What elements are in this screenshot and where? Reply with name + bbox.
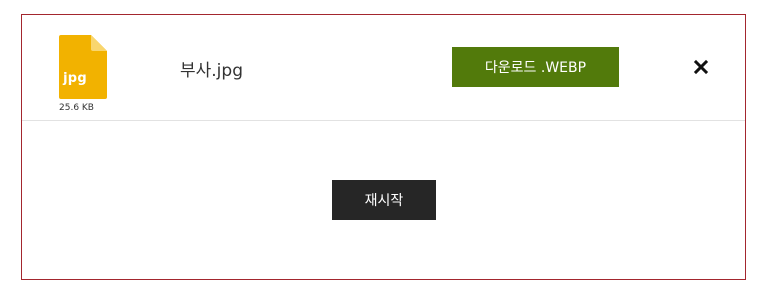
- file-name: 부사.jpg: [180, 61, 243, 81]
- file-size: 25.6 KB: [59, 103, 94, 113]
- converter-panel: jpg 25.6 KB 부사.jpg 다운로드 .WEBP 재시작: [21, 14, 746, 280]
- restart-button[interactable]: 재시작: [332, 180, 436, 220]
- download-button[interactable]: 다운로드 .WEBP: [452, 47, 619, 87]
- close-icon[interactable]: [692, 58, 710, 76]
- file-row: jpg 25.6 KB 부사.jpg 다운로드 .WEBP: [22, 15, 745, 121]
- jpg-file-icon: jpg: [59, 35, 107, 99]
- file-extension-label: jpg: [63, 71, 87, 86]
